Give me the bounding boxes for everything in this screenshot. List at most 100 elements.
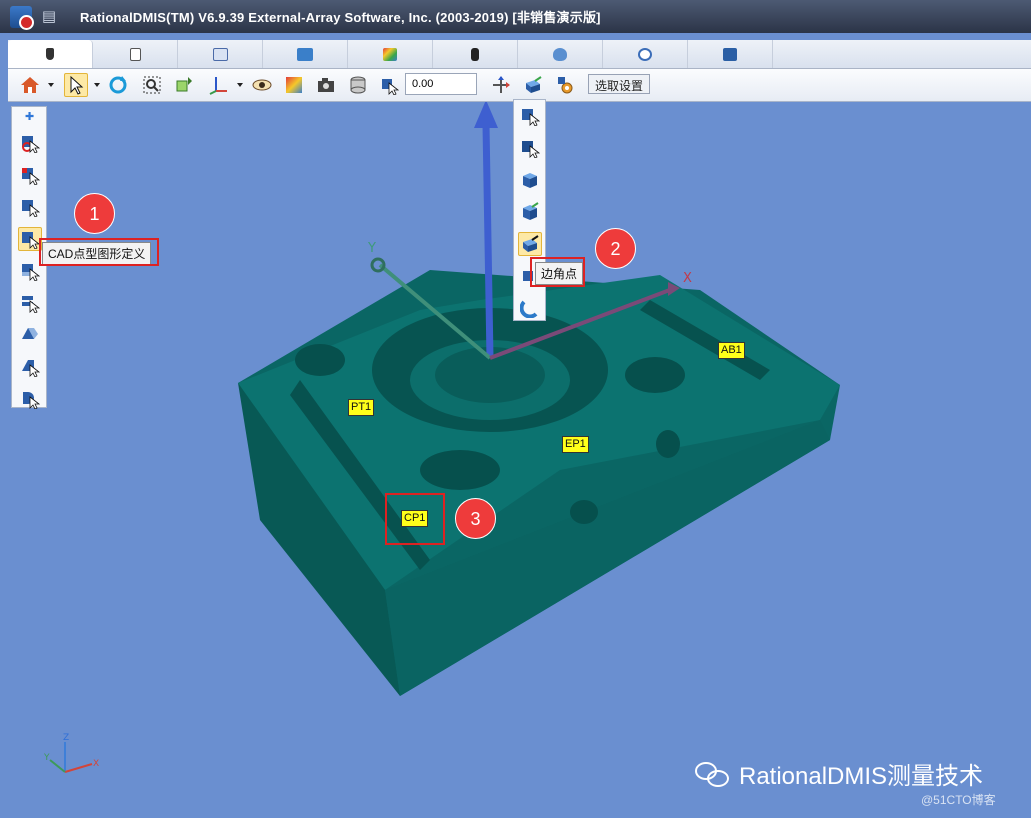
- callout-3: 3: [455, 498, 496, 539]
- point-tool-2[interactable]: [18, 163, 42, 187]
- main-toolbar: [8, 69, 1031, 102]
- feature-label-pt1[interactable]: PT1: [348, 399, 375, 416]
- hole-right: [625, 357, 685, 393]
- home-icon: [21, 77, 39, 93]
- axis-icon: [209, 77, 227, 95]
- app-icon[interactable]: [10, 6, 34, 30]
- settings-gear-icon: [558, 77, 573, 94]
- tab-shield[interactable]: [518, 40, 603, 68]
- watermark: RationalDMIS测量技术: [695, 756, 983, 791]
- select-button[interactable]: [64, 73, 88, 97]
- watermark-text: RationalDMIS测量技术: [739, 763, 984, 790]
- highlight-box-2: [530, 257, 585, 287]
- feature-label-cp1[interactable]: CP1: [401, 510, 429, 527]
- ribbon-tabs: [8, 40, 1031, 69]
- mini-x-label: X: [93, 759, 99, 769]
- cad-axis-button[interactable]: [206, 73, 230, 97]
- eye-icon: [252, 79, 272, 91]
- mini-z-label: Z: [63, 733, 69, 743]
- point-tool-9[interactable]: [18, 387, 42, 411]
- flyout-tool-7[interactable]: [518, 296, 542, 320]
- rotate-icon: [109, 76, 127, 94]
- menu-icon[interactable]: ▤: [38, 6, 60, 28]
- feature-label-ab1[interactable]: AB1: [718, 342, 745, 359]
- cube-select-icon: [22, 232, 40, 249]
- z-axis: [482, 124, 494, 359]
- feature-label-ep1[interactable]: EP1: [562, 436, 589, 453]
- zoom-icon: [143, 76, 161, 94]
- mini-y-label: Y: [43, 753, 50, 763]
- zoom-window-button[interactable]: [140, 73, 164, 97]
- wedge-icon: [22, 328, 38, 339]
- hole-front: [420, 450, 500, 490]
- d-cursor-icon: [23, 392, 40, 409]
- title-bar: ▤ RationalDMIS(TM) V6.9.39 External-Arra…: [0, 0, 1031, 33]
- wechat-icon: [695, 760, 731, 788]
- wedge-cursor-icon: [22, 360, 40, 377]
- cube-no-icon: [22, 136, 40, 153]
- hole-left: [295, 344, 345, 376]
- pick-settings-button[interactable]: [553, 73, 577, 97]
- stylus-icon: [471, 47, 479, 61]
- fit-icon: [176, 77, 192, 92]
- color-button[interactable]: [282, 73, 306, 97]
- highlight-box-1: [39, 238, 159, 266]
- probe-icon: [46, 48, 54, 60]
- disc-icon: [638, 47, 652, 61]
- rotate-button[interactable]: [106, 73, 130, 97]
- tab-report[interactable]: [688, 40, 773, 68]
- database-icon: [350, 76, 366, 94]
- database-button[interactable]: [346, 73, 370, 97]
- tab-stylus[interactable]: [433, 40, 518, 68]
- z-axis-arrow: [474, 100, 498, 128]
- table-icon: [212, 47, 228, 61]
- pin-icon[interactable]: ✚: [25, 110, 34, 123]
- view-button[interactable]: [250, 73, 274, 97]
- flyout-tool-4[interactable]: [518, 200, 542, 224]
- point-tool-8[interactable]: [18, 355, 42, 379]
- tab-document[interactable]: [93, 40, 178, 68]
- cube-cursor-icon: [22, 200, 40, 217]
- source-footer: @51CTO博客: [921, 793, 996, 807]
- cube-green-icon: [523, 202, 539, 220]
- tab-probe[interactable]: [8, 40, 93, 68]
- corner-point-tool[interactable]: [518, 232, 542, 256]
- point-select-button[interactable]: [378, 73, 402, 97]
- cube-cursor-icon: [382, 79, 400, 95]
- color-cube-icon: [383, 47, 397, 61]
- print-icon: [297, 47, 313, 61]
- point-tool-6[interactable]: [18, 291, 42, 315]
- pick-settings-tooltip: 选取设置: [588, 74, 651, 94]
- home-button[interactable]: [18, 73, 42, 97]
- tab-table[interactable]: [178, 40, 263, 68]
- cube-icon: [523, 173, 537, 188]
- curve-icon: [520, 300, 538, 318]
- point-tool-1[interactable]: [18, 131, 42, 155]
- x-axis-label: X: [683, 271, 692, 286]
- point-tool-7[interactable]: [18, 323, 42, 347]
- callout-2: 2: [595, 228, 636, 269]
- cad-point-button[interactable]: [521, 73, 545, 97]
- point-tool-3[interactable]: [18, 195, 42, 219]
- cube-cursor-icon: [522, 109, 540, 126]
- y-axis-label: Y: [367, 241, 376, 256]
- tab-disc[interactable]: [603, 40, 688, 68]
- shield-icon: [553, 47, 567, 61]
- tab-print[interactable]: [263, 40, 348, 68]
- flyout-tool-1[interactable]: [518, 104, 542, 128]
- cube-red-icon: [22, 168, 40, 185]
- callout-1: 1: [74, 193, 115, 234]
- tab-color[interactable]: [348, 40, 433, 68]
- report-icon: [723, 47, 737, 61]
- flyout-tool-3[interactable]: [518, 168, 542, 192]
- value-input[interactable]: [405, 73, 477, 95]
- fit-button[interactable]: [171, 73, 195, 97]
- flyout-tool-2[interactable]: [518, 136, 542, 160]
- camera-button[interactable]: [314, 73, 338, 97]
- cursor-icon: [70, 75, 84, 95]
- cube-cursor-icon: [522, 141, 540, 158]
- palette-icon: [286, 77, 302, 93]
- move-button[interactable]: [489, 73, 513, 97]
- cube-stack-icon: [22, 264, 40, 281]
- cad-point-flyout: [513, 99, 546, 321]
